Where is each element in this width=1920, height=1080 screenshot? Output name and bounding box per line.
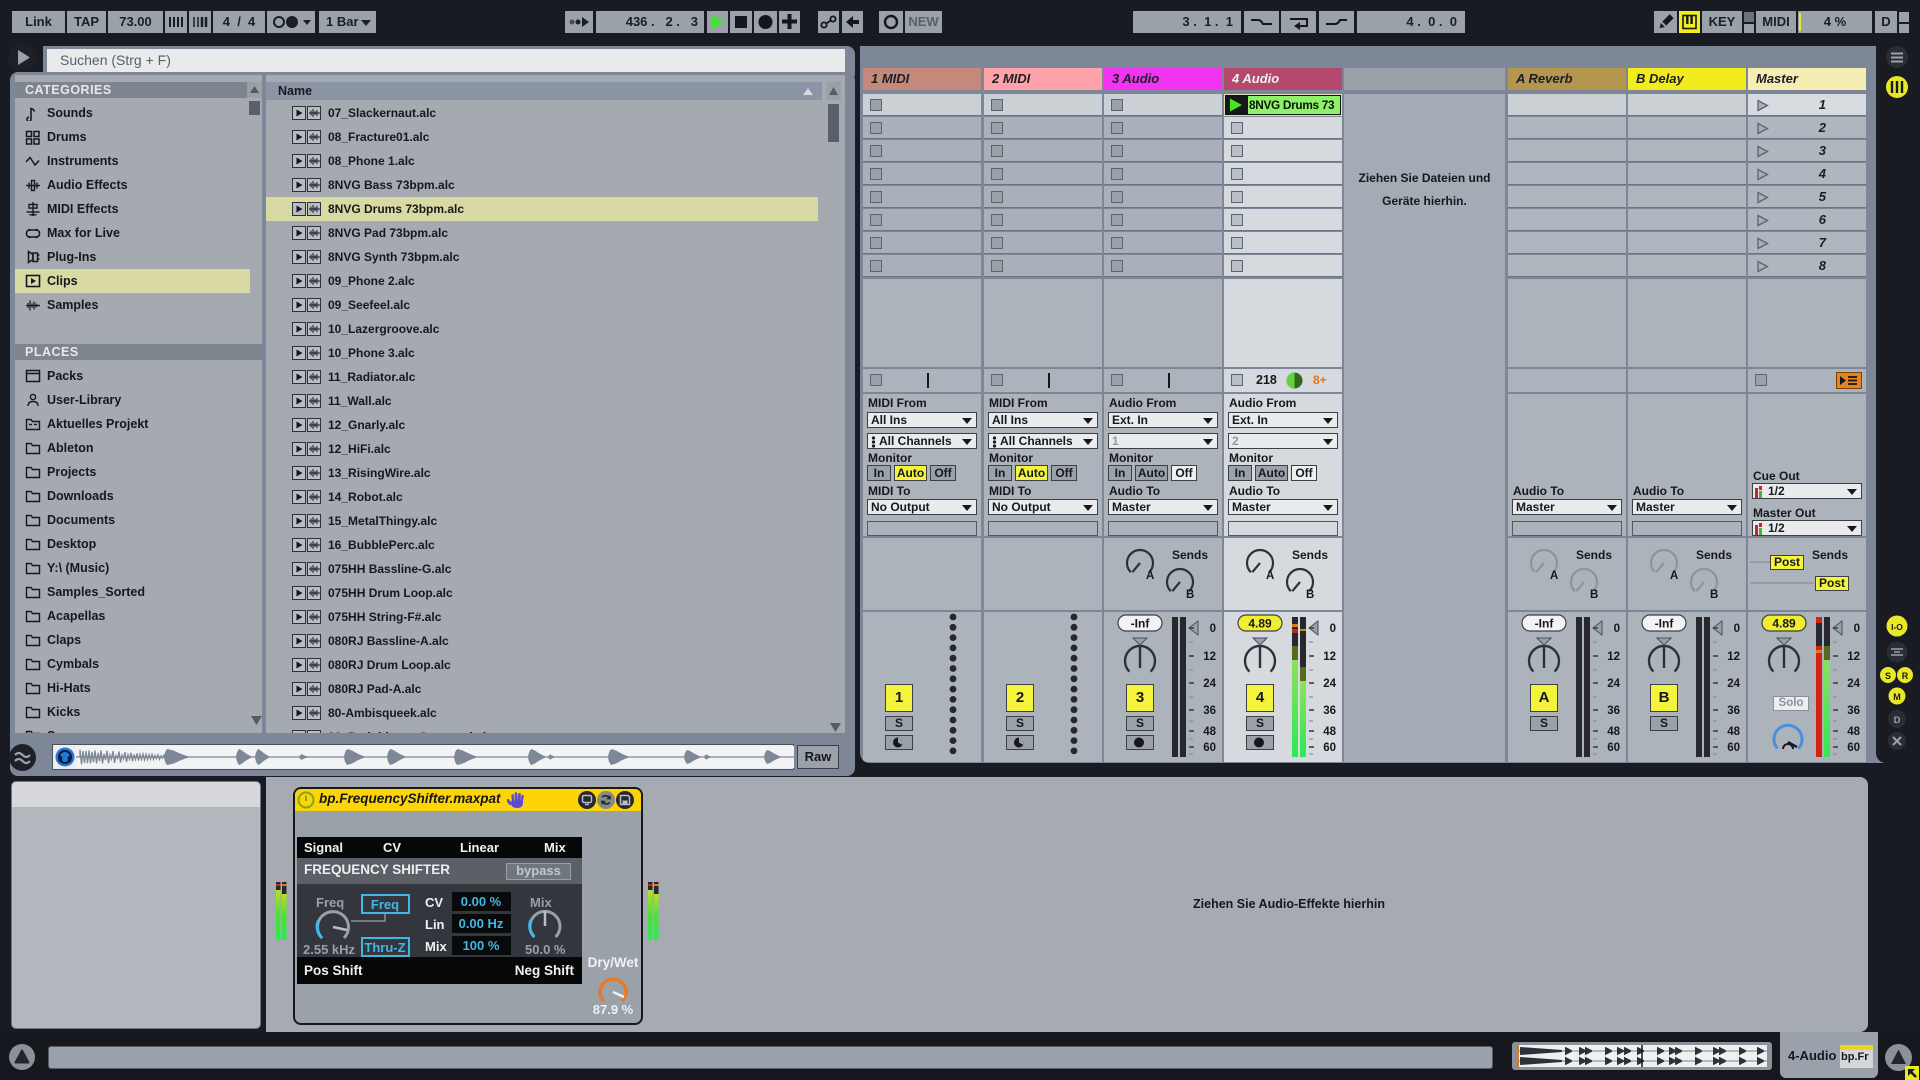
- svg-text:48: 48: [1727, 726, 1740, 738]
- svg-text:2.55 kHz: 2.55 kHz: [303, 942, 356, 957]
- svg-text:60: 60: [1727, 742, 1740, 754]
- svg-text:CV: CV: [425, 895, 443, 910]
- svg-text:-Inf: -Inf: [1535, 617, 1555, 631]
- svg-text:50.0 %: 50.0 %: [525, 942, 566, 957]
- svg-text:60: 60: [1203, 742, 1216, 754]
- svg-text:12: 12: [1847, 651, 1860, 663]
- svg-text:Thru-Z: Thru-Z: [364, 940, 405, 955]
- svg-text:24: 24: [1607, 678, 1620, 690]
- svg-text:48: 48: [1847, 726, 1860, 738]
- svg-text:0: 0: [1734, 623, 1740, 635]
- svg-text:0.00 %: 0.00 %: [461, 894, 502, 909]
- svg-text:4.89: 4.89: [1248, 617, 1272, 631]
- svg-text:0: 0: [1210, 623, 1216, 635]
- svg-text:60: 60: [1607, 742, 1620, 754]
- svg-text:0: 0: [1614, 623, 1620, 635]
- svg-text:36: 36: [1323, 705, 1336, 717]
- svg-text:Dry/Wet: Dry/Wet: [588, 955, 639, 970]
- svg-text:12: 12: [1203, 651, 1216, 663]
- svg-text:100 %: 100 %: [463, 938, 500, 953]
- svg-text:24: 24: [1203, 678, 1216, 690]
- svg-text:12: 12: [1323, 651, 1336, 663]
- svg-text:I-O: I-O: [1891, 622, 1903, 632]
- svg-text:Lin: Lin: [425, 917, 445, 932]
- svg-text:12: 12: [1727, 651, 1740, 663]
- svg-text:0.00 Hz: 0.00 Hz: [459, 916, 504, 931]
- svg-text:-Inf: -Inf: [1655, 617, 1675, 631]
- svg-text:0: 0: [1854, 623, 1860, 635]
- svg-text:Freq: Freq: [316, 895, 344, 910]
- svg-text:24: 24: [1727, 678, 1740, 690]
- svg-text:4.89: 4.89: [1772, 617, 1796, 631]
- svg-text:R: R: [1902, 671, 1909, 681]
- svg-text:48: 48: [1607, 726, 1620, 738]
- svg-text:60: 60: [1847, 742, 1860, 754]
- svg-text:36: 36: [1607, 705, 1620, 717]
- svg-text:S: S: [1885, 671, 1891, 681]
- svg-text:-Inf: -Inf: [1131, 617, 1151, 631]
- svg-text:Mix: Mix: [530, 895, 552, 910]
- svg-text:36: 36: [1847, 705, 1860, 717]
- svg-text:Freq: Freq: [371, 897, 399, 912]
- svg-text:36: 36: [1203, 705, 1216, 717]
- svg-text:12: 12: [1607, 651, 1620, 663]
- svg-text:Mix: Mix: [425, 939, 447, 954]
- svg-text:24: 24: [1847, 678, 1860, 690]
- svg-text:36: 36: [1727, 705, 1740, 717]
- svg-text:0: 0: [1330, 623, 1336, 635]
- svg-text:M: M: [1893, 692, 1901, 702]
- svg-text:48: 48: [1323, 726, 1336, 738]
- svg-text:D: D: [1894, 715, 1901, 726]
- svg-text:48: 48: [1203, 726, 1216, 738]
- svg-text:24: 24: [1323, 678, 1336, 690]
- svg-text:60: 60: [1323, 742, 1336, 754]
- svg-text:87.9 %: 87.9 %: [593, 1002, 634, 1017]
